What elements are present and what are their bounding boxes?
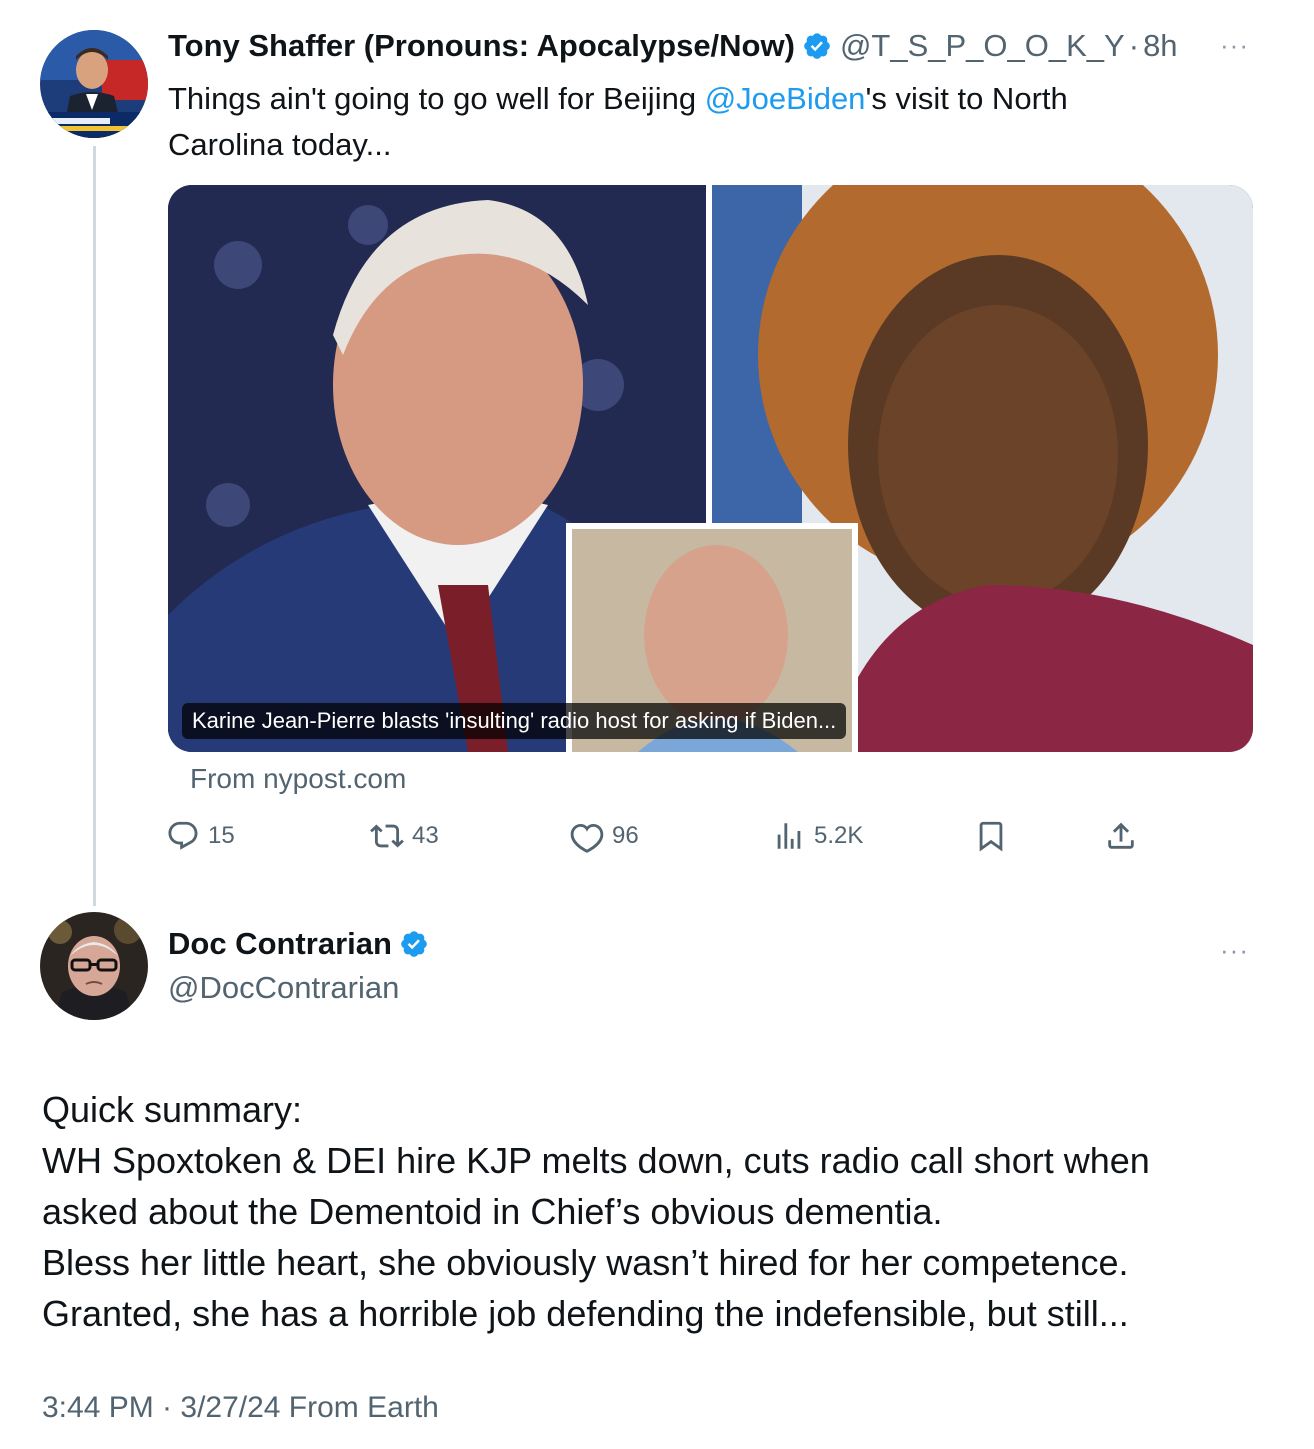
- parent-tweet-header: Tony Shaffer (Pronouns: Apocalypse/Now) …: [168, 26, 1178, 66]
- parent-text-start: Things ain't going to go well for Beijin…: [168, 81, 705, 116]
- repost-icon: [370, 824, 404, 848]
- views-count: 5.2K: [814, 822, 864, 849]
- reply-text-line: Granted, she has a horrible job defendin…: [42, 1293, 1129, 1334]
- views-button[interactable]: 5.2K: [772, 816, 863, 856]
- reply-text-line: asked about the Dementoid in Chief’s obv…: [42, 1191, 943, 1232]
- reply-button[interactable]: 15: [166, 816, 235, 856]
- reply-text-line: Quick summary:: [42, 1089, 303, 1130]
- repost-count: 43: [412, 822, 439, 849]
- views-icon: [777, 823, 801, 849]
- avatar-parent-author[interactable]: [40, 30, 148, 138]
- verified-badge-icon: [802, 31, 832, 61]
- share-button[interactable]: [1104, 816, 1146, 856]
- reply-text-line: Bless her little heart, she obviously wa…: [42, 1242, 1129, 1283]
- thread-connector-line: [93, 146, 96, 906]
- parent-text-rest: 's visit to North: [865, 81, 1068, 116]
- parent-text-line2: Carolina today...: [168, 127, 392, 162]
- reply-timestamp[interactable]: 3:44 PM · 3/27/24 From Earth: [42, 1391, 439, 1425]
- link-card-caption: Karine Jean-Pierre blasts 'insulting' ra…: [182, 703, 847, 739]
- reply-icon: [168, 821, 198, 850]
- parent-tweet-time[interactable]: 8h: [1143, 28, 1177, 64]
- like-count: 96: [612, 822, 639, 849]
- reply-author-handle[interactable]: @DocContrarian: [168, 970, 399, 1006]
- reply-text-line: WH Spoxtoken & DEI hire KJP melts down, …: [42, 1140, 1150, 1181]
- link-card-source[interactable]: From nypost.com: [190, 763, 406, 795]
- header-separator: ·: [1128, 28, 1140, 63]
- like-button[interactable]: 96: [570, 816, 639, 856]
- bookmark-icon: [979, 821, 1003, 852]
- parent-author-name[interactable]: Tony Shaffer (Pronouns: Apocalypse/Now): [168, 28, 795, 64]
- like-icon: [570, 823, 604, 853]
- bookmark-button[interactable]: [974, 816, 1016, 856]
- avatar-reply-author[interactable]: [40, 912, 148, 1020]
- reply-count: 15: [208, 822, 235, 849]
- mention-link[interactable]: @JoeBiden: [705, 81, 866, 116]
- parent-author-handle[interactable]: @T_S_P_O_O_K_Y: [840, 28, 1125, 64]
- verified-badge-icon: [399, 929, 429, 959]
- reply-author-name[interactable]: Doc Contrarian: [168, 926, 392, 962]
- repost-button[interactable]: 43: [370, 816, 439, 856]
- share-icon: [1108, 822, 1134, 849]
- reply-tweet-text: Quick summary: WH Spoxtoken & DEI hire K…: [42, 1084, 1282, 1339]
- more-icon[interactable]: ···: [1220, 935, 1249, 966]
- more-icon[interactable]: ···: [1220, 30, 1249, 61]
- parent-tweet-text: Things ain't going to go well for Beijin…: [168, 76, 1248, 168]
- link-card-image[interactable]: [168, 185, 1253, 752]
- reply-author-row: Doc Contrarian: [168, 926, 437, 962]
